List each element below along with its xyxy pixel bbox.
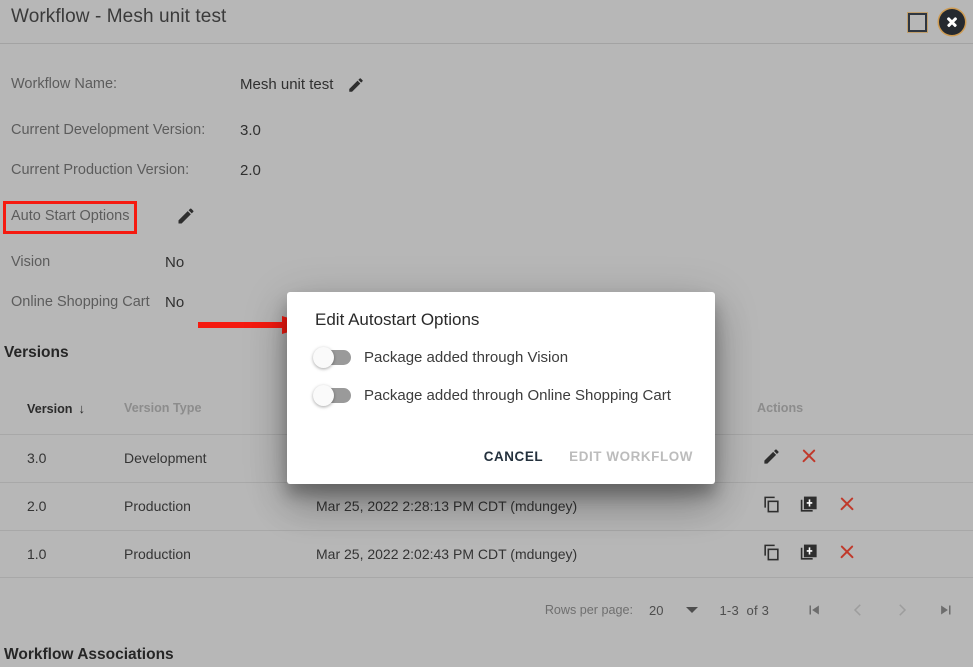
toggle-knob	[313, 347, 334, 368]
cell-date: Mar 25, 2022 2:02:43 PM CDT (mdungey)	[316, 546, 578, 562]
workflow-associations-title: Workflow Associations	[4, 646, 174, 663]
window-controls	[908, 0, 965, 44]
cell-version-type: Production	[124, 498, 191, 514]
cell-actions	[760, 493, 858, 515]
edit-workflow-button: EDIT WORKFLOW	[569, 448, 693, 464]
toggle-label-vision: Package added through Vision	[364, 349, 569, 366]
last-page-icon[interactable]	[937, 601, 955, 619]
sort-descending-icon: ↓	[78, 401, 86, 416]
dialog-title: Edit Autostart Options	[315, 310, 480, 329]
first-page-icon[interactable]	[805, 601, 823, 619]
toggle-package-added-through-vision[interactable]	[313, 347, 351, 368]
vision-value: No	[165, 254, 185, 271]
pagination-buttons	[805, 601, 955, 619]
column-header-actions: Actions	[757, 401, 804, 415]
column-header-version-type[interactable]: Version Type	[124, 401, 201, 415]
auto-start-edit-pencil-icon[interactable]	[176, 206, 194, 224]
cell-version: 3.0	[27, 450, 47, 466]
table-row[interactable]: 2.0 Production Mar 25, 2022 2:28:13 PM C…	[0, 482, 973, 530]
workflow-name-label: Workflow Name:	[11, 76, 118, 92]
rows-per-page-value: 20	[649, 602, 664, 618]
pencil-icon[interactable]	[760, 445, 782, 467]
rows-per-page-label: Rows per page:	[544, 603, 634, 617]
cell-date: Mar 25, 2022 2:28:13 PM CDT (mdungey)	[316, 498, 578, 514]
maximize-square-icon[interactable]	[908, 12, 927, 32]
workflow-detail-window: Workflow - Mesh unit test Workflow Name:…	[0, 0, 973, 667]
copy-icon[interactable]	[760, 493, 782, 515]
vision-label: Vision	[11, 254, 51, 270]
toggle-row-vision: Package added through Vision	[313, 347, 569, 368]
pencil-icon[interactable]	[347, 76, 365, 94]
cell-actions	[760, 445, 820, 467]
close-circle-icon[interactable]	[939, 9, 965, 35]
versions-section-title: Versions	[4, 344, 69, 361]
copy-icon[interactable]	[760, 541, 782, 563]
library-add-icon[interactable]	[798, 541, 820, 563]
dev-version-label: Current Development Version:	[11, 122, 206, 138]
prod-version-label: Current Production Version:	[11, 162, 190, 178]
auto-start-options-highlight	[3, 201, 137, 234]
window-title: Workflow - Mesh unit test	[11, 6, 227, 27]
cell-actions	[760, 541, 858, 563]
cancel-button[interactable]: CANCEL	[484, 449, 543, 464]
toggle-row-online-shopping-cart: Package added through Online Shopping Ca…	[313, 385, 671, 406]
online-shopping-cart-value: No	[165, 294, 185, 311]
edit-autostart-options-dialog: Edit Autostart Options Package added thr…	[287, 292, 715, 484]
cell-version: 2.0	[27, 498, 47, 514]
prod-version-value: 2.0	[240, 162, 261, 179]
toggle-knob	[313, 385, 334, 406]
library-add-icon[interactable]	[798, 493, 820, 515]
cell-version: 1.0	[27, 546, 47, 562]
toggle-package-added-through-online-shopping-cart[interactable]	[313, 385, 351, 406]
dialog-actions: CANCEL EDIT WORKFLOW	[287, 428, 715, 484]
workflow-name-value: Mesh unit test	[240, 76, 334, 93]
page-range-current: 1-3	[719, 602, 739, 618]
toggle-label-online-shopping-cart: Package added through Online Shopping Ca…	[364, 387, 671, 404]
dev-version-value: 3.0	[240, 122, 261, 139]
paginator: Rows per page: 20 1-3 of 3	[0, 588, 973, 632]
delete-x-icon[interactable]	[836, 541, 858, 563]
prev-page-icon[interactable]	[849, 601, 867, 619]
cell-version-type: Development	[124, 450, 207, 466]
chevron-down-icon	[685, 607, 698, 613]
delete-x-icon[interactable]	[836, 493, 858, 515]
page-range: 1-3 of 3	[720, 603, 770, 618]
delete-x-icon[interactable]	[798, 445, 820, 467]
window-title-bar: Workflow - Mesh unit test	[0, 0, 973, 44]
table-row[interactable]: 1.0 Production Mar 25, 2022 2:02:43 PM C…	[0, 530, 973, 578]
rows-per-page-select[interactable]: 20	[649, 602, 698, 618]
column-header-version[interactable]: Version ↓	[27, 401, 85, 416]
next-page-icon[interactable]	[893, 601, 911, 619]
cell-version-type: Production	[124, 546, 191, 562]
online-shopping-cart-label: Online Shopping Cart	[11, 294, 150, 310]
page-range-total: of 3	[746, 602, 769, 618]
column-header-version-label: Version	[27, 402, 73, 416]
